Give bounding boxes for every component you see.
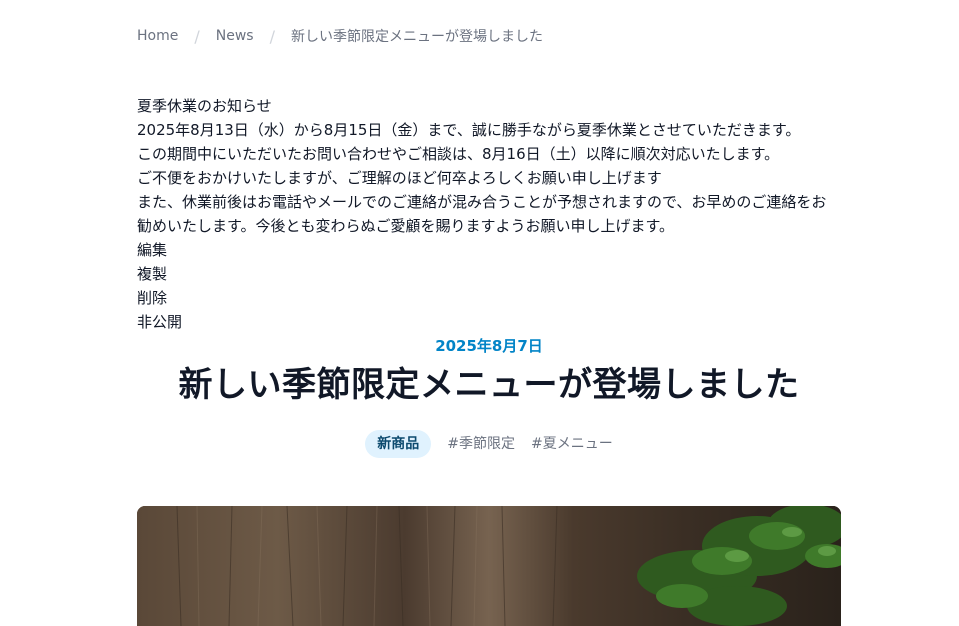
category-badge[interactable]: 新商品 (365, 430, 432, 458)
edit-link[interactable]: 編集 (137, 238, 841, 262)
breadcrumb-separator: / (194, 26, 200, 46)
notice-text: 2025年8月13日（水）から8月15日（金）まで、誠に勝手ながら夏季休業とさせ… (137, 121, 801, 139)
breadcrumb-news-link[interactable]: News (216, 28, 254, 44)
notice-text: ご不便をおかけいたしますが、ご理解のほど何卒よろしくお願い申し上げます (137, 169, 662, 187)
article-date: 2025年8月7日 (435, 337, 543, 355)
article-hero-image (137, 506, 841, 626)
notice-text: また、休業前後はお電話やメールでのご連絡が混み合うことが予想されますので、お早め… (137, 193, 827, 235)
article-title: 新しい季節限定メニューが登場しました (178, 365, 800, 405)
unpublish-link[interactable]: 非公開 (137, 310, 841, 334)
tag-link[interactable]: #季節限定 (447, 436, 515, 452)
notice-text: この期間中にいただいたお問い合わせやご相談は、8月16日（土）以降に順次対応いた… (137, 145, 780, 163)
breadcrumb-current: 新しい季節限定メニューが登場しました (290, 29, 543, 45)
notice-title: 夏季休業のお知らせ (137, 97, 272, 115)
notice-block: 夏季休業のお知らせ 2025年8月13日（水）から8月15日（金）まで、誠に勝手… (137, 94, 841, 334)
wood-herb-photo (137, 506, 841, 626)
delete-link[interactable]: 削除 (137, 286, 841, 310)
duplicate-link[interactable]: 複製 (137, 262, 841, 286)
tag-link[interactable]: #夏メニュー (531, 436, 613, 452)
breadcrumb: Home / News / 新しい季節限定メニューが登場しました (137, 26, 543, 46)
breadcrumb-home-link[interactable]: Home (137, 28, 178, 44)
breadcrumb-separator: / (269, 26, 275, 46)
tag-list: 新商品 #季節限定 #夏メニュー (137, 430, 841, 458)
